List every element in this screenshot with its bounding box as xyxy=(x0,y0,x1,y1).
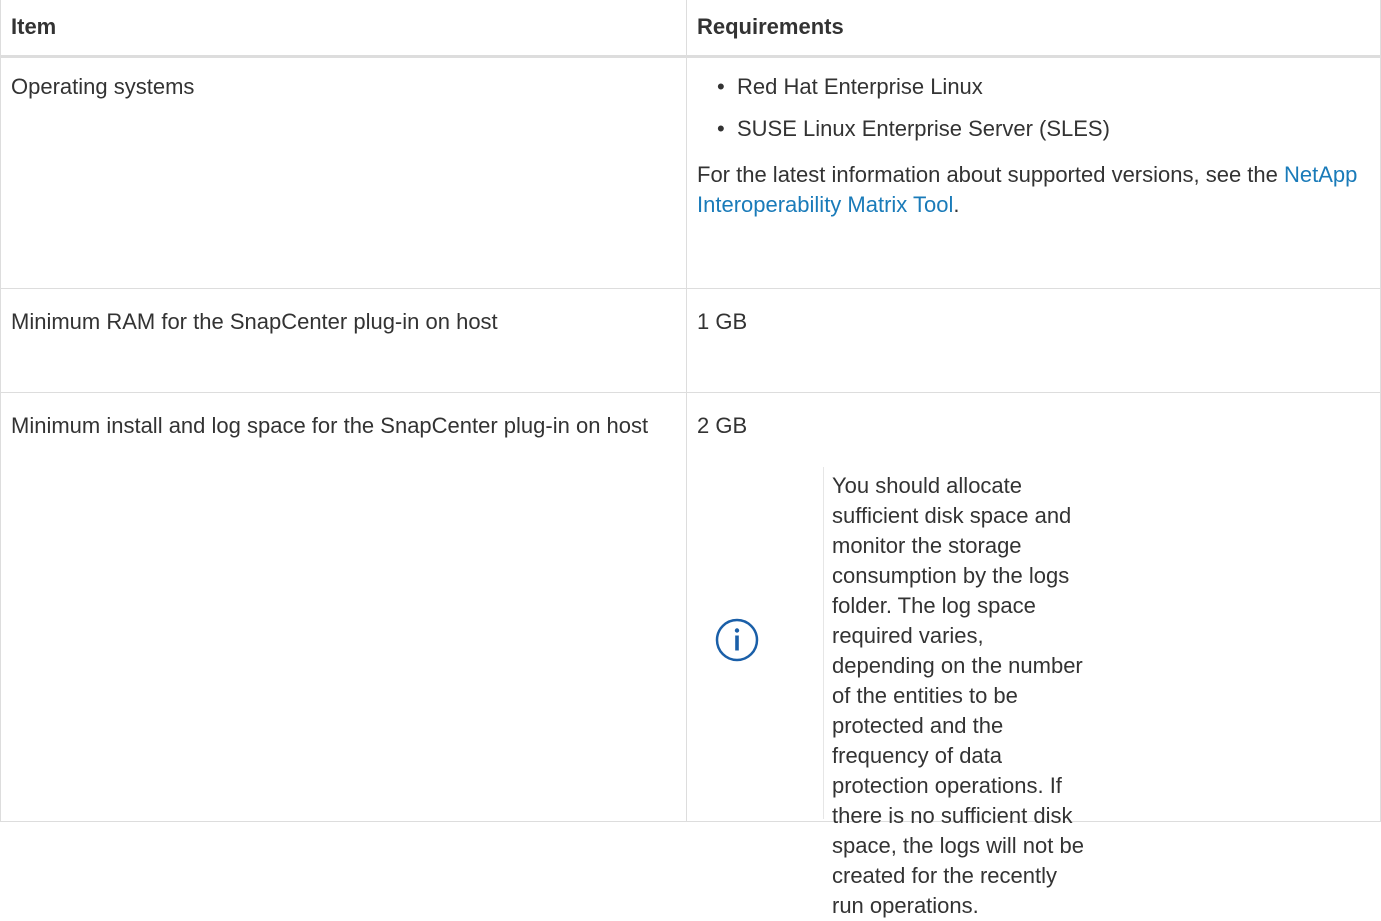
os-list-item: • SUSE Linux Enterprise Server (SLES) xyxy=(717,114,1370,144)
table-row-operating-systems: Operating systems • Red Hat Enterprise L… xyxy=(0,55,1381,289)
cell-item-install-log-space: Minimum install and log space for the Sn… xyxy=(0,391,687,822)
note-suffix: . xyxy=(953,191,960,217)
cell-requirements-operating-systems: • Red Hat Enterprise Linux • SUSE Linux … xyxy=(686,55,1381,289)
bullet-icon: • xyxy=(717,73,725,99)
header-requirements: Requirements xyxy=(686,0,1381,58)
supported-versions-note: For the latest information about support… xyxy=(697,160,1370,220)
table-body: Operating systems • Red Hat Enterprise L… xyxy=(0,55,1381,918)
note-divider xyxy=(823,466,824,819)
note-prefix: For the latest information about support… xyxy=(697,161,1284,187)
cell-requirements-minimum-ram: 1 GB xyxy=(686,287,1381,393)
os-name: SUSE Linux Enterprise Server (SLES) xyxy=(737,115,1110,141)
info-note: You should allocate sufficient disk spac… xyxy=(697,466,1370,918)
table-header: Item Requirements xyxy=(0,0,1381,58)
os-list-item: • Red Hat Enterprise Linux xyxy=(717,72,1370,102)
cell-requirements-install-log-space: 2 GB You should allocate sufficient disk… xyxy=(686,391,1381,918)
header-item: Item xyxy=(0,0,687,58)
space-value: 2 GB xyxy=(697,412,748,438)
bullet-icon: • xyxy=(717,115,725,141)
cell-item-minimum-ram: Minimum RAM for the SnapCenter plug-in o… xyxy=(0,287,687,393)
table-row-install-log-space: Minimum install and log space for the Sn… xyxy=(0,391,1381,918)
info-circle-icon xyxy=(715,618,759,661)
ram-value: 1 GB xyxy=(697,308,748,334)
cell-item-operating-systems: Operating systems xyxy=(0,55,687,289)
os-list: • Red Hat Enterprise Linux • SUSE Linux … xyxy=(697,72,1370,144)
os-name: Red Hat Enterprise Linux xyxy=(737,73,983,99)
requirements-table: Item Requirements Operating systems • Re… xyxy=(0,0,1381,918)
info-note-text: You should allocate sufficient disk spac… xyxy=(832,472,1084,918)
table-row-minimum-ram: Minimum RAM for the SnapCenter plug-in o… xyxy=(0,287,1381,393)
header-row: Item Requirements xyxy=(0,0,1381,58)
